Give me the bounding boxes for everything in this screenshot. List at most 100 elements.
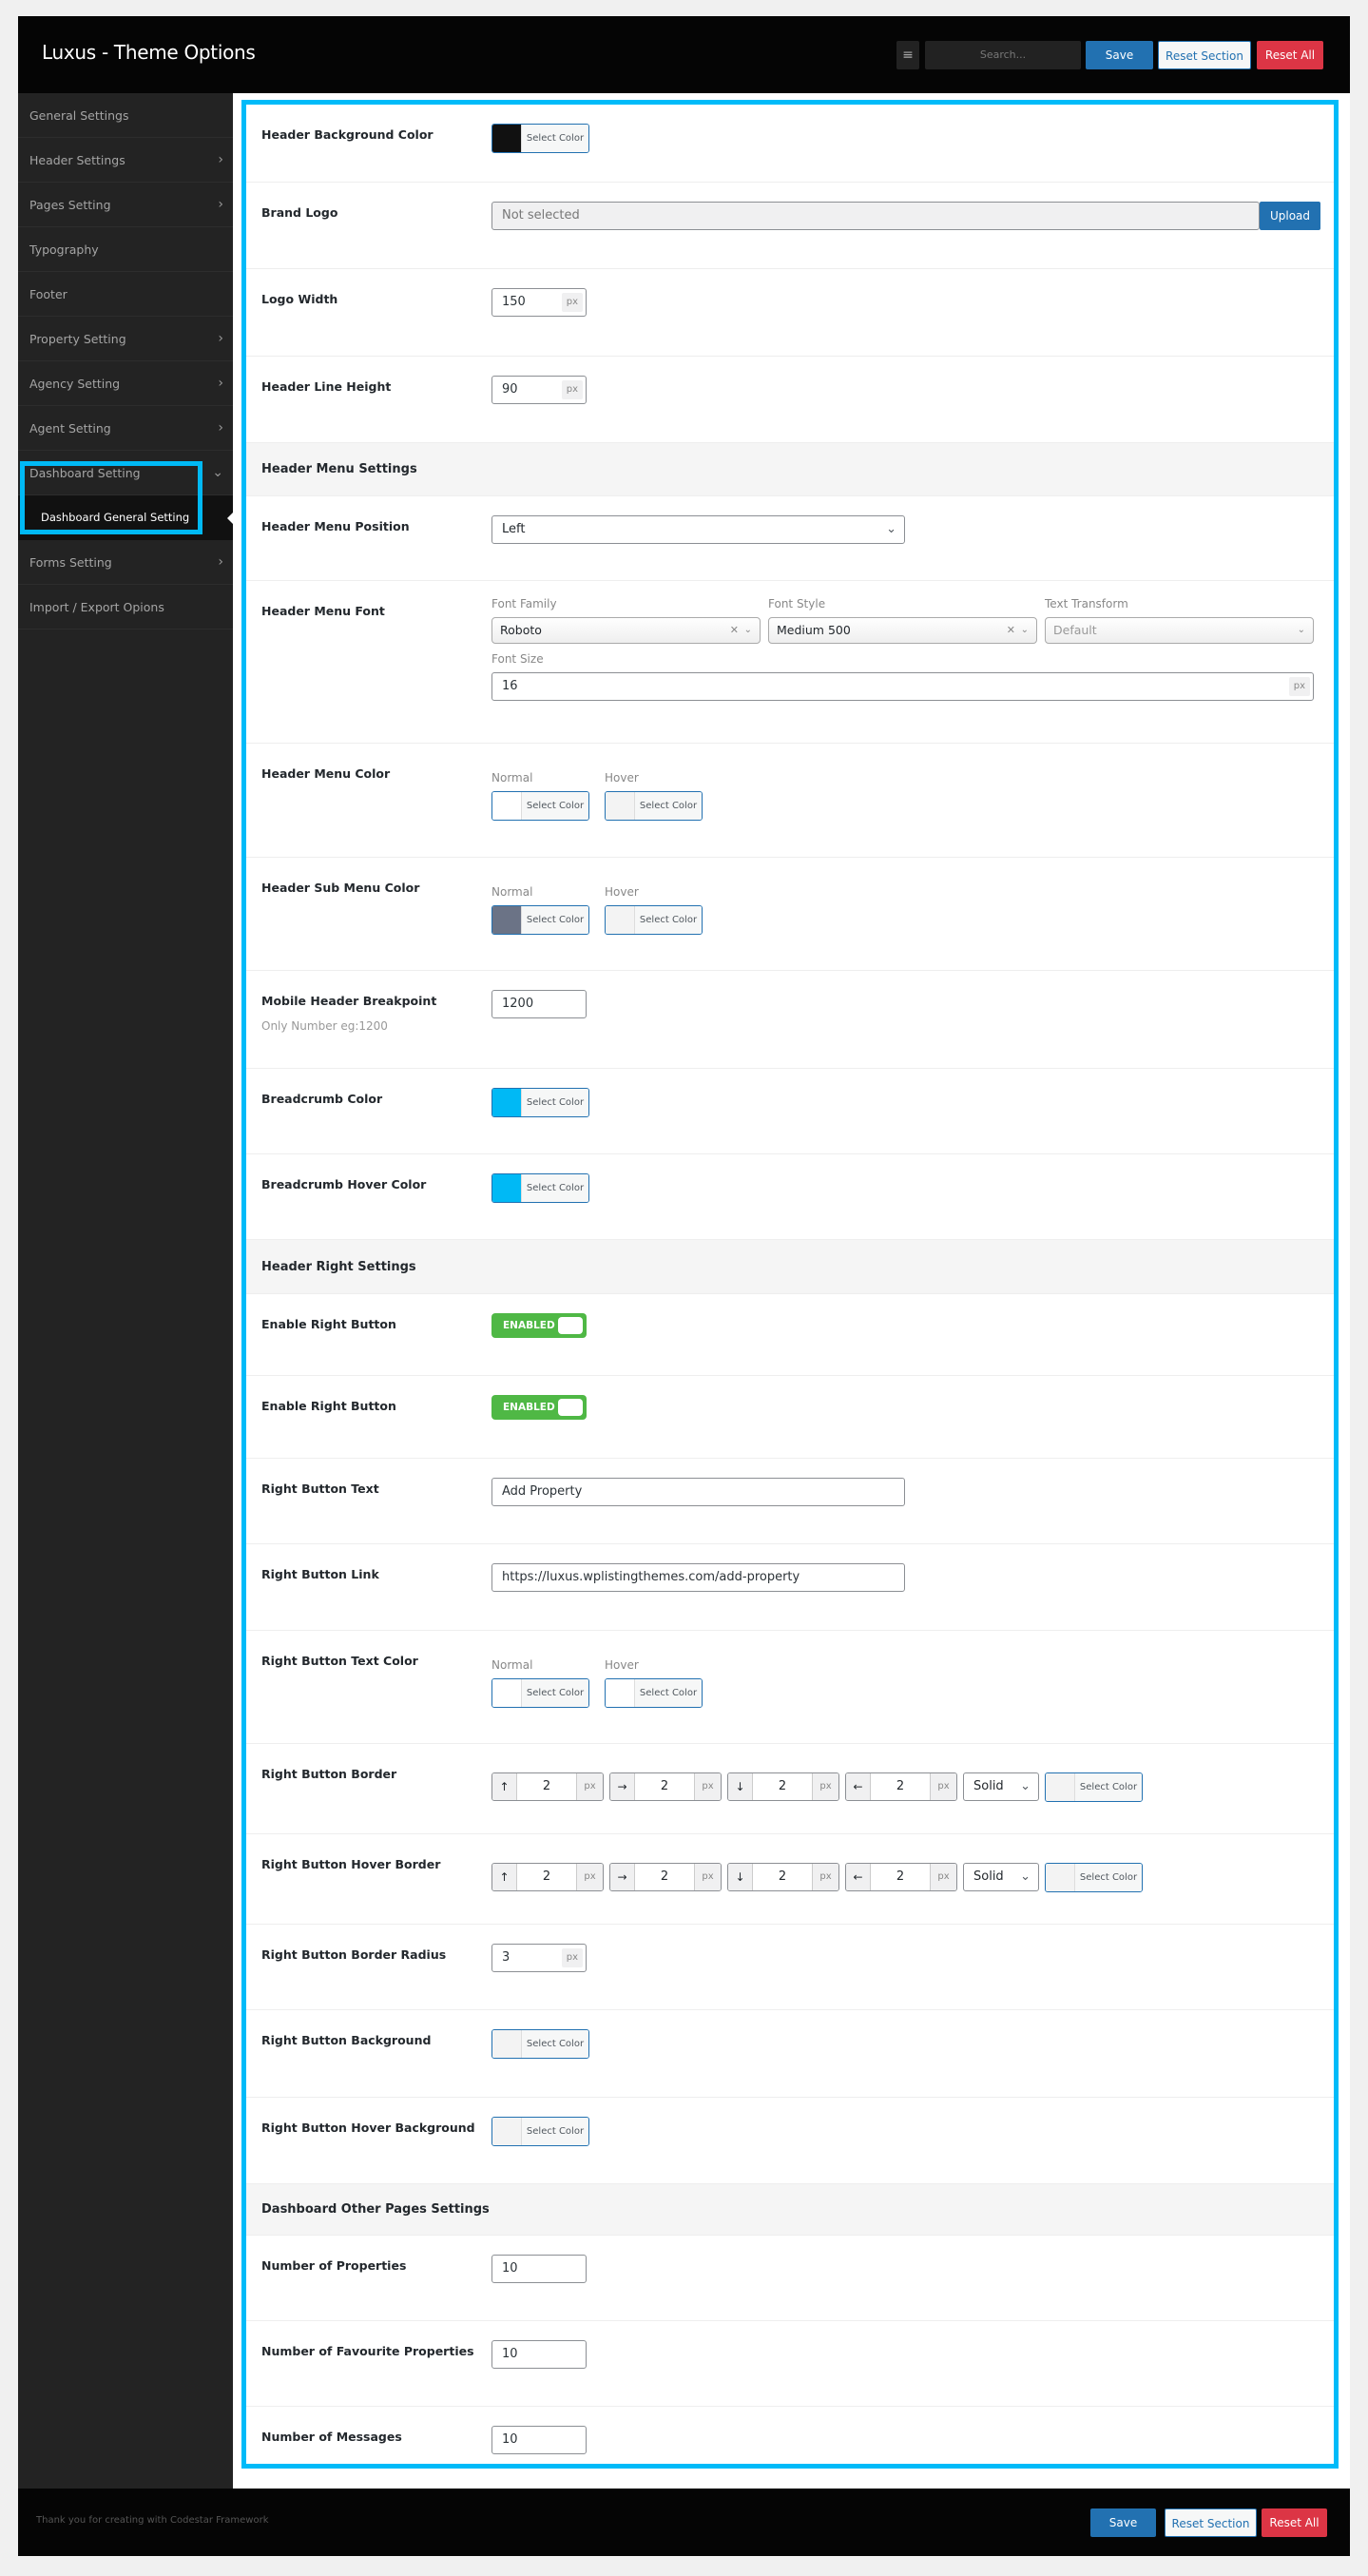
option-row: Breadcrumb Hover Color Select Color (246, 1154, 1334, 1240)
expand-all-icon[interactable]: ≡ (896, 41, 919, 69)
font-style-select[interactable]: Medium 500 ✕ ⌄ (768, 617, 1037, 644)
font-family-select[interactable]: Roboto ✕ ⌄ (491, 617, 761, 644)
color-swatch[interactable] (606, 792, 634, 820)
color-swatch[interactable] (1046, 1864, 1074, 1891)
option-label-text: Header Background Color (261, 127, 434, 142)
save-button[interactable]: Save (1086, 41, 1153, 69)
option-label: Number of Favourite Properties (261, 2344, 480, 2359)
option-row: Right Button Background Select Color (246, 2010, 1334, 2098)
color-picker[interactable]: Select Color (491, 1173, 589, 1203)
color-swatch[interactable] (492, 2030, 521, 2058)
border-width-input[interactable]: ↓ 2 px (727, 1863, 839, 1891)
sidebar-item[interactable]: Typography (18, 227, 233, 272)
option-row: Header Background Color Select Color (246, 105, 1334, 183)
option-control: Select Color (491, 2117, 1317, 2146)
color-picker[interactable]: Select Color (491, 905, 589, 935)
option-label: Right Button Border (261, 1767, 480, 1782)
border-style-select[interactable]: Solid ⌄ (963, 1863, 1039, 1891)
input-value: 90 (502, 382, 518, 397)
option-control: Select Color (491, 124, 1317, 153)
border-width-input[interactable]: ↑ 2 px (491, 1772, 604, 1801)
border-width-input[interactable]: ← 2 px (845, 1863, 957, 1891)
number-input[interactable]: 90 px (491, 376, 587, 404)
option-row: Number of Favourite Properties 10 (246, 2321, 1334, 2407)
option-row: Right Button Hover Background Select Colo… (246, 2098, 1334, 2184)
color-swatch[interactable] (606, 906, 634, 934)
color-picker[interactable]: Select Color (605, 905, 703, 935)
sidebar-item[interactable]: Footer (18, 272, 233, 317)
option-label-text: Enable Right Button (261, 1317, 396, 1331)
search-input[interactable] (925, 41, 1081, 69)
reset-all-button[interactable]: Reset All (1257, 41, 1323, 69)
sidebar-item[interactable]: Pages Setting › (18, 183, 233, 227)
option-label-text: Logo Width (261, 292, 338, 306)
toggle-switch[interactable]: ENABLED (491, 1395, 587, 1420)
number-input[interactable]: 3 px (491, 1944, 587, 1972)
number-input[interactable]: 150 px (491, 288, 587, 317)
border-width-input[interactable]: ↓ 2 px (727, 1772, 839, 1801)
color-picker[interactable]: Select Color (491, 1088, 589, 1117)
clear-icon[interactable]: ✕ (1007, 618, 1015, 643)
sidebar-item[interactable]: Dashboard Setting ⌄ (18, 451, 233, 495)
sidebar-subitem-active[interactable]: Dashboard General Setting (18, 495, 233, 540)
text-input[interactable]: Add Property (491, 1478, 905, 1506)
text-transform-select[interactable]: Default ⌄ (1045, 617, 1314, 644)
upload-button[interactable]: Upload (1260, 202, 1320, 230)
upload-field[interactable]: Not selected (491, 202, 1260, 230)
border-width-input[interactable]: ↑ 2 px (491, 1863, 604, 1891)
option-control: ↑ 2 px → 2 px ↓ 2 px ← 2 px Solid ⌄ Select Color (491, 1772, 1317, 1802)
font-size-input[interactable]: 16 px (491, 672, 1314, 701)
clear-icon[interactable]: ✕ (730, 618, 739, 643)
number-input[interactable]: 10 (491, 2340, 587, 2369)
option-label-text: Right Button Border (261, 1767, 397, 1781)
color-swatch[interactable] (606, 1679, 634, 1707)
option-label-text: Header Menu Font (261, 604, 385, 618)
color-picker[interactable]: Select Color (605, 791, 703, 821)
toggle-switch[interactable]: ENABLED (491, 1313, 587, 1338)
color-picker[interactable]: Select Color (491, 2029, 589, 2059)
option-row: Right Button Text Add Property (246, 1459, 1334, 1544)
sidebar-item[interactable]: Header Settings › (18, 138, 233, 183)
number-input[interactable]: 1200 (491, 990, 587, 1018)
footer-reset-section-button[interactable]: Reset Section (1165, 2508, 1257, 2537)
number-input[interactable]: 10 (491, 2426, 587, 2454)
color-picker[interactable]: Select Color (491, 2117, 589, 2146)
sidebar-item[interactable]: General Settings (18, 93, 233, 138)
color-swatch[interactable] (492, 125, 521, 152)
option-label: Right Button Text (261, 1482, 480, 1497)
reset-section-button[interactable]: Reset Section (1158, 41, 1251, 69)
footer-reset-all-button[interactable]: Reset All (1262, 2508, 1327, 2537)
sidebar-item[interactable]: Agent Setting › (18, 406, 233, 451)
sidebar-item[interactable]: Property Setting › (18, 317, 233, 361)
color-swatch[interactable] (492, 1679, 521, 1707)
color-picker[interactable]: Select Color (1045, 1772, 1143, 1802)
color-swatch[interactable] (1046, 1773, 1074, 1801)
text-input[interactable]: https://luxus.wplistingthemes.com/add-pr… (491, 1563, 905, 1592)
border-width-input[interactable]: → 2 px (609, 1863, 722, 1891)
sidebar-item[interactable]: Forms Setting › (18, 540, 233, 585)
color-swatch[interactable] (492, 2118, 521, 2145)
color-swatch[interactable] (492, 792, 521, 820)
option-label-text: Right Button Text Color (261, 1654, 418, 1668)
select-dropdown[interactable]: Left ⌄ (491, 515, 905, 544)
color-swatch[interactable] (492, 906, 521, 934)
border-width-input[interactable]: ← 2 px (845, 1772, 957, 1801)
color-picker[interactable]: Select Color (491, 791, 589, 821)
option-control: Not selected Upload (491, 202, 1320, 230)
option-row: Enable Right Button ENABLED (246, 1294, 1334, 1376)
footer-save-button[interactable]: Save (1090, 2508, 1156, 2537)
color-picker[interactable]: Select Color (1045, 1863, 1143, 1892)
sidebar-item[interactable]: Agency Setting › (18, 361, 233, 406)
color-swatch[interactable] (492, 1174, 521, 1202)
number-input[interactable]: 10 (491, 2255, 587, 2283)
border-style-select[interactable]: Solid ⌄ (963, 1772, 1039, 1801)
color-picker[interactable]: Select Color (491, 124, 589, 153)
top-header: Luxus - Theme Options ≡ Save Reset Secti… (18, 16, 1350, 93)
select-color-label: Select Color (1074, 1864, 1142, 1891)
color-picker[interactable]: Select Color (491, 1678, 589, 1708)
color-swatch[interactable] (492, 1089, 521, 1116)
option-label-text: Header Menu Position (261, 519, 410, 533)
color-picker[interactable]: Select Color (605, 1678, 703, 1708)
border-width-input[interactable]: → 2 px (609, 1772, 722, 1801)
sidebar-item[interactable]: Import / Export Opions (18, 585, 233, 629)
